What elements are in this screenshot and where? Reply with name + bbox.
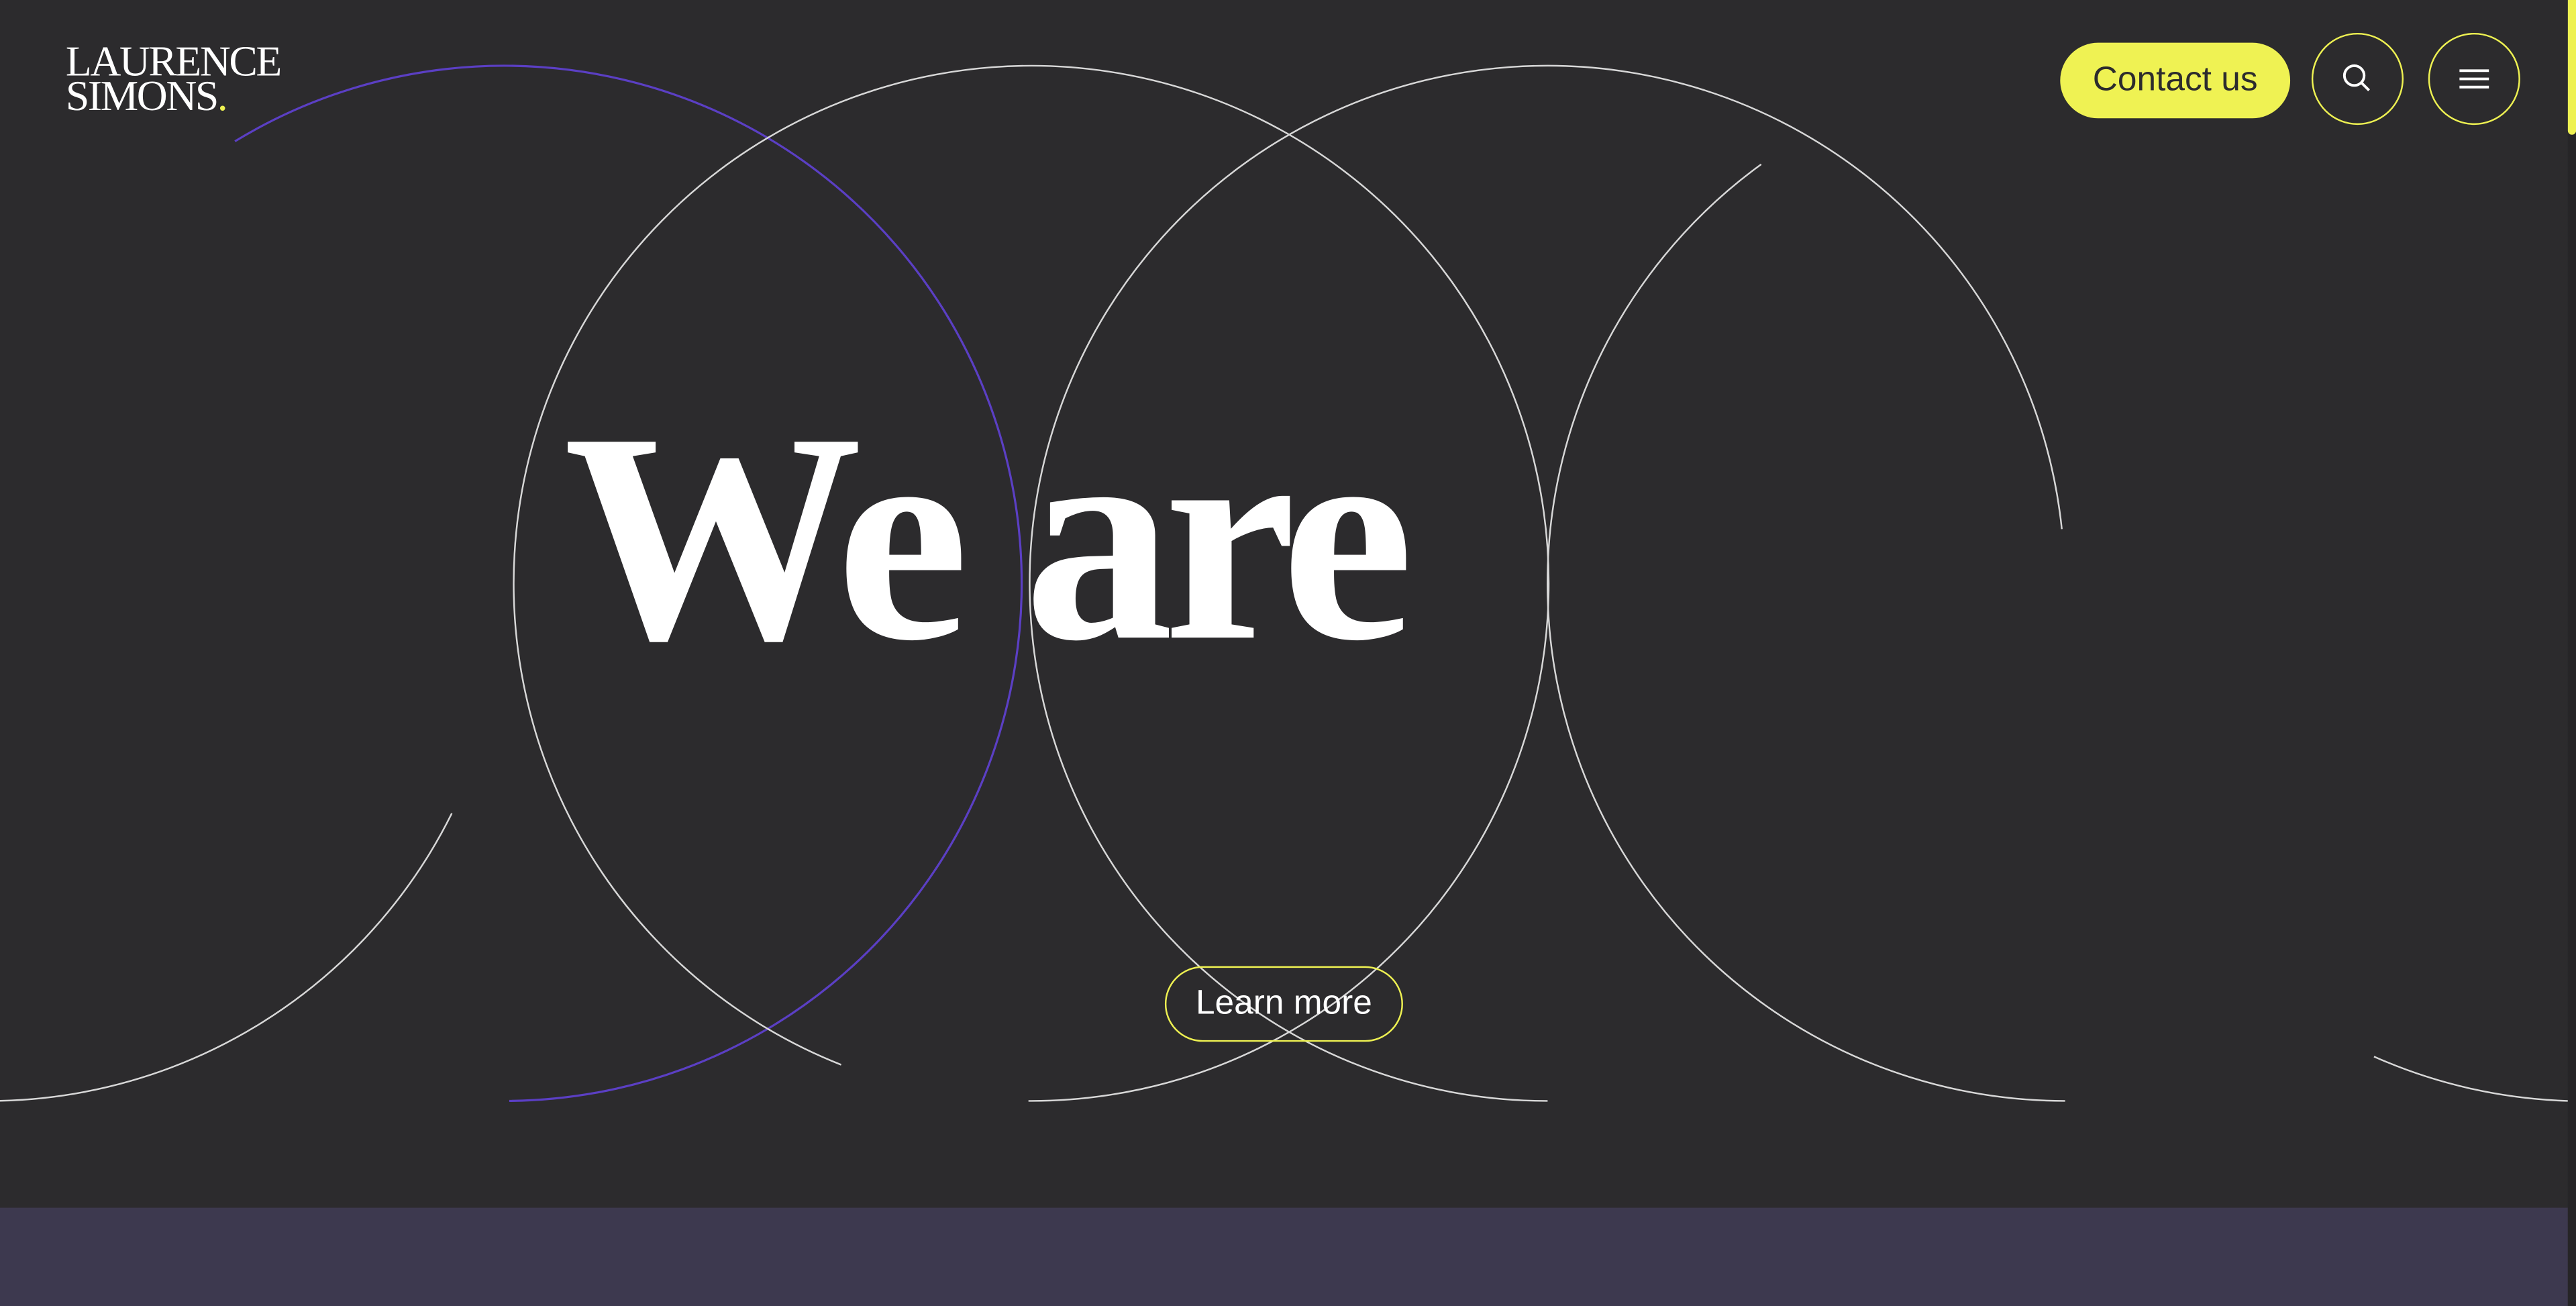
scrollbar-thumb[interactable] bbox=[2567, 0, 2576, 135]
arc-right bbox=[2373, 1056, 2568, 1102]
hero-headline: We are bbox=[563, 372, 1414, 703]
logo-line-2: SIMONS bbox=[65, 72, 219, 120]
search-button[interactable] bbox=[2311, 32, 2404, 125]
arc-circle-d bbox=[1547, 163, 2065, 1102]
contact-us-button[interactable]: Contact us bbox=[2060, 42, 2291, 119]
learn-more-button[interactable]: Learn more bbox=[1164, 966, 1403, 1042]
logo-dot: . bbox=[217, 72, 228, 120]
scrollbar-track[interactable] bbox=[2567, 0, 2576, 1306]
menu-button[interactable] bbox=[2428, 32, 2520, 125]
search-icon bbox=[2342, 64, 2370, 92]
next-section-band bbox=[0, 1207, 2568, 1306]
hamburger-menu-icon bbox=[2459, 69, 2489, 89]
page: LAURENCE SIMONS. Contact us We are Learn… bbox=[0, 0, 2576, 1306]
logo[interactable]: LAURENCE SIMONS. bbox=[66, 40, 282, 117]
arc-left bbox=[0, 813, 453, 1102]
